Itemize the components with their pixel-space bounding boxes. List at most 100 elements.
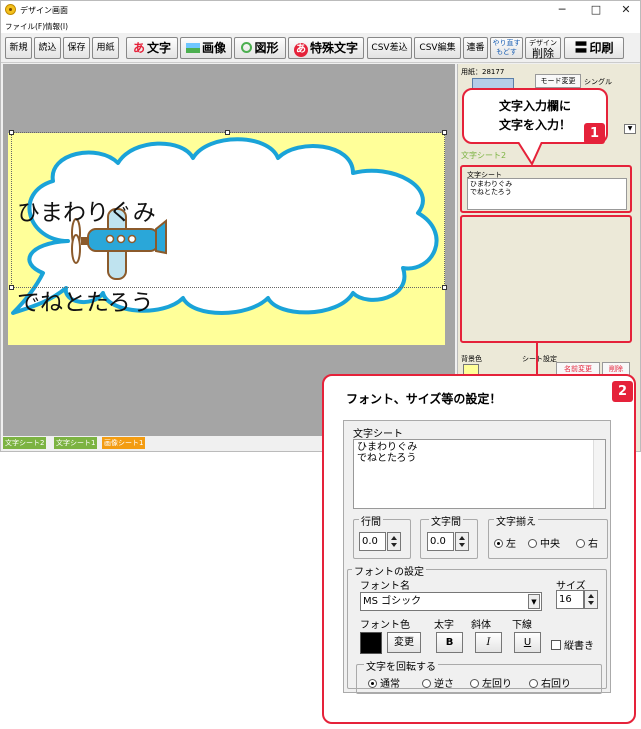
special-text-button[interactable]: あ特殊文字: [288, 37, 364, 59]
radio-selected-icon: [494, 539, 503, 548]
selection-frame[interactable]: ひまわりぐみ でねとたろう: [9, 130, 447, 316]
printer-icon: 〓: [574, 41, 588, 56]
rotate-option-label: 右回り: [541, 679, 571, 690]
dropdown-arrow-icon[interactable]: ▼: [624, 124, 636, 134]
menu-bar: ファイル(F) 情報(I): [1, 19, 640, 33]
char-spacing-label: 文字間: [429, 513, 463, 528]
font-settings-highlight: [460, 215, 632, 343]
sheet-name-label: 文字シート2: [461, 151, 507, 160]
picture-icon: [185, 43, 200, 53]
canvas-text-line: ひまわりぐみ: [17, 200, 156, 226]
paper-button[interactable]: 用紙: [92, 37, 119, 59]
rotate-option-normal[interactable]: 通常: [368, 675, 400, 690]
align-option-label: 右: [588, 539, 598, 550]
size-spinner[interactable]: [584, 590, 598, 609]
zoom-panel: フォント、サイズ等の設定！ 2 文字シート ひまわりぐみ でねとたろう 行間 0…: [322, 374, 636, 724]
sheet-tab[interactable]: 文字シート2: [3, 437, 47, 449]
menu-file[interactable]: ファイル(F): [5, 21, 45, 32]
canvas-text-block[interactable]: ひまわりぐみ でねとたろう: [17, 138, 156, 378]
line-spacing-label: 行間: [359, 513, 383, 528]
align-option-center[interactable]: 中央: [528, 535, 560, 550]
save-button[interactable]: 保存: [63, 37, 90, 59]
font-name-select[interactable]: MS ゴシック: [360, 592, 542, 611]
rotate-option-upside-down[interactable]: 逆さ: [422, 675, 454, 690]
rotate-label: 文字を回転する: [364, 658, 438, 673]
align-label: 文字揃え: [494, 513, 538, 528]
load-button[interactable]: 読込: [34, 37, 61, 59]
resize-handle[interactable]: [9, 130, 14, 135]
bg-color-label: 背景色: [461, 355, 482, 363]
menu-info[interactable]: 情報(I): [45, 21, 68, 32]
font-name-label: フォント名: [360, 581, 410, 592]
resize-handle[interactable]: [442, 285, 447, 290]
sheet-tab[interactable]: 文字シート1: [54, 437, 98, 449]
align-option-right[interactable]: 右: [576, 535, 598, 550]
checkbox-icon: [551, 640, 561, 650]
callout-pointer: [517, 142, 543, 166]
vertical-writing-label: 縦書き: [564, 641, 594, 652]
chevron-down-icon[interactable]: ▼: [528, 594, 540, 609]
text-a-icon: あ: [132, 41, 145, 55]
resize-handle[interactable]: [9, 285, 14, 290]
undo-label: やり直す: [492, 39, 521, 47]
text-button[interactable]: あ文字: [126, 37, 178, 59]
special-text-icon: あ: [293, 43, 308, 57]
rotate-option-left[interactable]: 左回り: [470, 675, 512, 690]
font-settings-label: フォントの設定: [352, 563, 426, 578]
char-spacing-spinner[interactable]: [455, 532, 469, 551]
rotate-option-label: 逆さ: [434, 679, 454, 690]
undo-redo-button[interactable]: やり直す もどす: [490, 37, 523, 59]
text-sheet-input[interactable]: ひまわりぐみ でねとたろう: [353, 439, 606, 509]
paper-page[interactable]: ひまわりぐみ でねとたろう: [8, 130, 447, 345]
rotate-option-label: 通常: [380, 679, 400, 690]
radio-icon: [576, 539, 585, 548]
connector-line: [536, 341, 538, 375]
maximize-button[interactable]: □: [581, 2, 611, 18]
align-option-label: 左: [506, 539, 516, 550]
bold-label: 太字: [434, 620, 454, 631]
sunflower-icon: [5, 4, 16, 15]
change-color-button[interactable]: 変更: [387, 632, 421, 653]
scrollbar[interactable]: [593, 440, 605, 508]
sheet-tab[interactable]: 画像シート1: [102, 437, 146, 449]
zoom-title: フォント、サイズ等の設定！: [346, 392, 502, 406]
bold-button[interactable]: B: [436, 632, 463, 653]
shape-button[interactable]: 図形: [234, 37, 286, 59]
serial-number-button[interactable]: 連番: [463, 37, 488, 59]
italic-button[interactable]: I: [475, 632, 502, 653]
line-spacing-spinner[interactable]: [387, 532, 401, 551]
step-badge: 1: [584, 123, 605, 144]
font-settings-zoom: 文字シート ひまわりぐみ でねとたろう 行間 0.0 文字間 0.0 文字揃え …: [343, 420, 611, 694]
toolbar: 新規 読込 保存 用紙 あ文字 画像 図形 あ特殊文字 CSV差込 CSV編集 …: [1, 33, 640, 63]
vertical-writing-checkbox[interactable]: 縦書き: [551, 637, 594, 652]
paper-info: 用紙：28177: [461, 68, 505, 76]
new-button[interactable]: 新規: [5, 37, 32, 59]
design-delete-button[interactable]: デザイン 削除: [525, 37, 561, 59]
csv-insert-button[interactable]: CSV差込: [367, 37, 412, 59]
rotate-option-right[interactable]: 右回り: [529, 675, 571, 690]
csv-edit-button[interactable]: CSV編集: [414, 37, 461, 59]
underline-button[interactable]: U: [514, 632, 541, 653]
font-color-swatch[interactable]: [360, 632, 382, 654]
sheet-settings-label: シート設定: [522, 355, 557, 363]
align-option-left[interactable]: 左: [494, 535, 516, 550]
resize-handle[interactable]: [442, 130, 447, 135]
step-badge: 2: [612, 381, 633, 402]
radio-icon: [470, 679, 479, 688]
radio-icon: [422, 679, 431, 688]
image-button[interactable]: 画像: [180, 37, 232, 59]
minimize-button[interactable]: ─: [547, 2, 577, 18]
mode-change-button[interactable]: モード変更: [535, 74, 581, 88]
char-spacing-input[interactable]: 0.0: [427, 532, 454, 551]
radio-icon: [529, 679, 538, 688]
print-button-label: 印刷: [589, 41, 614, 55]
resize-handle[interactable]: [225, 130, 230, 135]
size-input[interactable]: 16: [556, 590, 584, 609]
print-button[interactable]: 〓印刷: [564, 37, 624, 59]
italic-label: 斜体: [471, 620, 491, 631]
close-button[interactable]: ✕: [611, 2, 640, 18]
line-spacing-input[interactable]: 0.0: [359, 532, 386, 551]
text-input-highlight: [460, 165, 632, 213]
special-text-label: 特殊文字: [309, 41, 358, 55]
callout-line: 文字入力欄に: [498, 99, 571, 113]
